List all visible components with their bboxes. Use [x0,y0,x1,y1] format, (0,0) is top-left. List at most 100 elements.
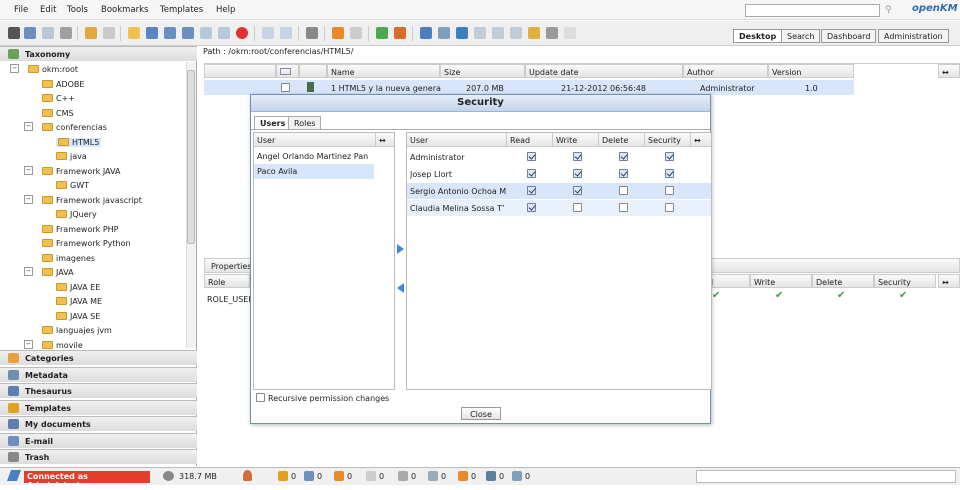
panel-trash[interactable]: Trash [0,449,197,464]
menu-tools[interactable]: Tools [67,5,88,15]
user-status-icon[interactable] [243,470,252,481]
add-user-arrow-icon[interactable] [397,244,404,254]
read-checkbox[interactable] [527,152,536,161]
recursive-checkbox[interactable] [256,393,265,402]
security-checkbox[interactable] [665,186,674,195]
add-document-icon[interactable] [182,27,194,39]
security-checkbox[interactable] [665,169,674,178]
tree-node[interactable]: C++ [42,94,75,103]
panel-metadata[interactable]: Metadata [0,366,197,382]
search-icon[interactable]: ⚲ [885,5,895,15]
list-item[interactable]: Paco Avila [254,164,374,179]
row-name[interactable]: 1 HTML5 y la nueva genera [331,84,441,93]
tree-node[interactable]: Framework PHP [42,224,119,234]
collapse-toggle-icon[interactable]: − [24,339,33,349]
file-table-header-date[interactable]: Update date [525,64,683,78]
mail-icon[interactable] [510,27,522,39]
new-folder-icon[interactable] [128,27,140,39]
left-expand-icon[interactable]: ↔ [376,133,394,147]
user-icon[interactable] [528,27,540,39]
gear-icon[interactable] [306,27,318,39]
info-icon[interactable] [564,27,576,39]
file-table-header-author[interactable]: Author [683,64,768,78]
scanner-icon[interactable] [420,27,432,39]
unlock-icon[interactable] [103,27,115,39]
collapse-toggle-icon[interactable]: − [24,194,33,204]
panel-email[interactable]: E-mail [0,432,197,448]
remove-user-arrow-icon[interactable] [397,283,404,293]
export-icon[interactable] [474,27,486,39]
tree-node[interactable]: − conferencias [24,122,107,132]
read-checkbox[interactable] [527,169,536,178]
close-button[interactable]: Close [461,407,501,420]
read-checkbox[interactable] [527,186,536,195]
tab-administration[interactable]: Administration [878,29,949,43]
collapse-toggle-icon[interactable]: − [24,122,33,131]
panel-thesaurus[interactable]: Thesaurus [0,383,197,398]
menu-edit[interactable]: Edit [40,5,56,15]
tree-node[interactable]: CMS [42,108,74,118]
file-table-header-size[interactable]: Size [440,64,525,78]
security-checkbox[interactable] [665,152,674,161]
tree-node[interactable]: − Framework JAVA [24,165,120,176]
tree-node[interactable]: HTML5 [56,137,102,147]
menu-file[interactable]: File [14,5,28,15]
tree-node[interactable]: imagenes [42,253,95,263]
right-expand-icon[interactable]: ↔ [691,133,711,147]
template-icon[interactable] [350,27,362,39]
panel-templates[interactable]: Templates [0,399,197,415]
expand-columns-icon-2[interactable]: ↔ [938,274,960,288]
find-icon[interactable] [8,27,20,39]
tree-node[interactable]: − Framework javascript [24,194,142,205]
write-checkbox[interactable] [573,203,582,212]
collapse-toggle-icon[interactable]: − [24,267,33,276]
bookmark-icon[interactable] [332,27,344,39]
tab-roles[interactable]: Roles [288,116,322,130]
collapse-toggle-icon[interactable]: − [10,64,19,73]
panel-my-documents[interactable]: My documents [0,416,197,431]
write-checkbox[interactable] [573,169,582,178]
row-checkbox[interactable] [281,83,290,92]
write-checkbox[interactable] [573,186,582,195]
import-icon[interactable] [492,27,504,39]
new-document-icon[interactable] [24,27,36,39]
tab-users[interactable]: Users [254,116,292,130]
write-checkbox[interactable] [573,152,582,161]
tree-node[interactable]: JQuery [56,210,97,219]
menu-templates[interactable]: Templates [160,5,203,15]
checkout-icon[interactable] [146,27,158,39]
expand-columns-icon[interactable]: ↔ [938,64,960,78]
upload-icon[interactable] [438,27,450,39]
move-icon[interactable] [218,27,230,39]
tree-node[interactable]: GWT [56,181,89,190]
tree-node[interactable]: − movile [24,339,83,350]
home-icon[interactable] [394,27,406,39]
tree-node[interactable]: JAVA EE [56,282,100,292]
tab-search[interactable]: Search [781,29,821,43]
panel-categories[interactable]: Categories [0,350,197,365]
tree-node[interactable]: java [56,152,87,161]
search-input[interactable] [745,4,880,17]
properties-icon[interactable] [262,27,274,39]
tree-node[interactable]: languajes jvm [42,326,112,335]
tree-node[interactable]: − okm:root [10,64,78,74]
tab-desktop[interactable]: Desktop [733,29,783,43]
download-icon[interactable] [456,27,468,39]
delete-icon[interactable] [236,27,248,39]
edit-icon[interactable] [42,27,54,39]
tree-node[interactable]: JAVA ME [56,297,102,306]
file-table-header-version[interactable]: Version [768,64,854,78]
tree-scroll-thumb[interactable] [187,70,195,244]
security-checkbox[interactable] [665,203,674,212]
tab-properties[interactable]: Properties [211,262,251,271]
tree-node[interactable]: JAVA SE [56,311,100,321]
tree-node[interactable]: ADOBE [42,79,84,89]
menu-help[interactable]: Help [216,5,235,15]
tree-node[interactable]: Framework Python [42,239,131,248]
print-icon[interactable] [60,27,72,39]
taxonomy-header[interactable]: Taxonomy [0,46,197,61]
delete-checkbox[interactable] [619,169,628,178]
tool-icon[interactable] [546,27,558,39]
tree-node[interactable]: − JAVA [24,267,74,277]
delete-checkbox[interactable] [619,152,628,161]
